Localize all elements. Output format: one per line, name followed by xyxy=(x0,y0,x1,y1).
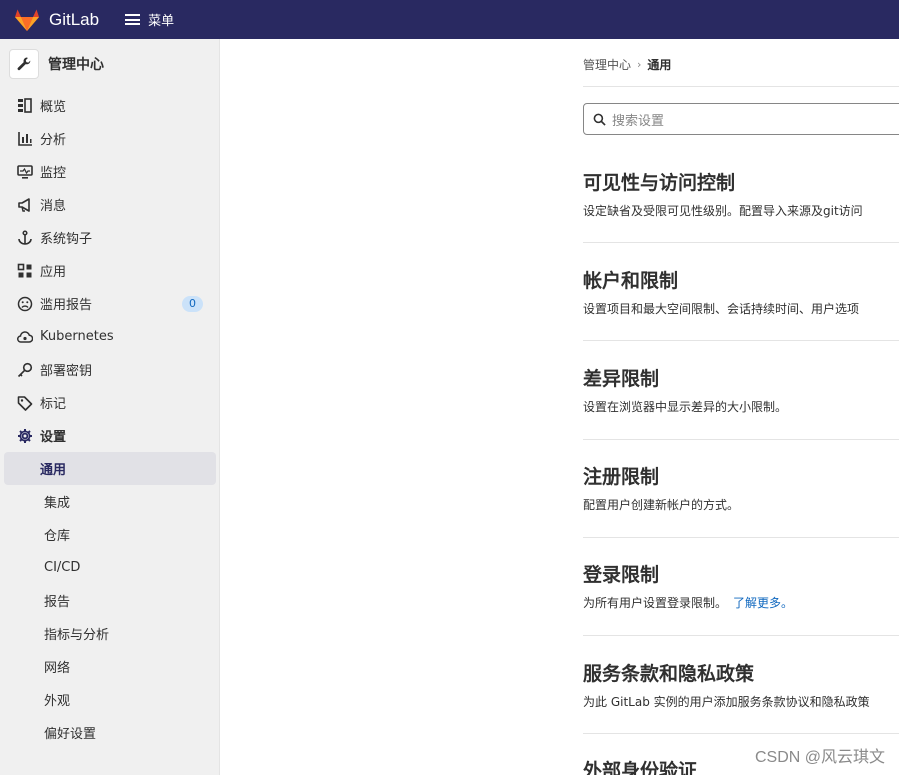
overview-icon xyxy=(16,97,34,115)
section-description: 设置在浏览器中显示差异的大小限制。 xyxy=(583,400,788,414)
chart-icon xyxy=(16,130,34,148)
learn-more-link[interactable]: 了解更多。 xyxy=(733,596,793,610)
sidebar: 管理中心 概览 分析 监控 消息 系统钩子 应用 滥用报告 0 Kubernet… xyxy=(0,39,220,775)
section-description: 设置项目和最大空间限制、会话持续时间、用户选项 xyxy=(583,302,860,316)
search-icon xyxy=(593,113,606,126)
settings-section-terms: 服务条款和隐私政策 为此 GitLab 实例的用户添加服务条款协议和隐私政策 xyxy=(583,661,899,710)
section-divider xyxy=(583,733,899,734)
sidebar-subitem-integrations[interactable]: 集成 xyxy=(4,485,215,518)
top-navbar: GitLab 菜单 xyxy=(0,0,899,39)
sidebar-item-abuse-reports[interactable]: 滥用报告 0 xyxy=(0,287,219,320)
watermark: CSDN @风云琪文 xyxy=(754,749,885,766)
sidebar-title: 管理中心 xyxy=(48,57,104,73)
sidebar-item-label: 消息 xyxy=(40,199,67,214)
sidebar-item-system-hooks[interactable]: 系统钩子 xyxy=(0,221,219,254)
section-description: 设定缺省及受限可见性级别。配置导入来源及git访问 xyxy=(583,204,863,218)
section-title: 注册限制 xyxy=(583,466,660,488)
sidebar-subitem-appearance[interactable]: 外观 xyxy=(4,683,215,716)
section-title: 差异限制 xyxy=(583,368,660,390)
section-title: 服务条款和隐私政策 xyxy=(583,663,755,685)
sidebar-item-label: 滥用报告 xyxy=(40,298,93,313)
section-title: 可见性与访问控制 xyxy=(583,172,736,194)
sidebar-item-label: Kubernetes xyxy=(40,329,114,344)
monitor-icon xyxy=(16,163,34,181)
sidebar-item-overview[interactable]: 概览 xyxy=(0,89,219,122)
count-badge: 0 xyxy=(182,296,203,312)
settings-section-diff-limits: 差异限制 设置在浏览器中显示差异的大小限制。 xyxy=(583,366,899,415)
megaphone-icon xyxy=(16,196,34,214)
settings-icon xyxy=(16,427,34,445)
menu-button[interactable]: 菜单 xyxy=(125,10,174,29)
gitlab-logo-icon xyxy=(15,9,39,31)
sidebar-subitem-cicd[interactable]: CI/CD xyxy=(4,551,215,584)
sidebar-item-settings[interactable]: 设置 xyxy=(0,419,219,452)
settings-section-sign-up: 注册限制 配置用户创建新帐户的方式。 xyxy=(583,464,899,513)
menu-label: 菜单 xyxy=(148,14,175,29)
apps-icon xyxy=(16,262,34,280)
breadcrumb-current[interactable]: 通用 xyxy=(647,56,671,73)
section-title: 帐户和限制 xyxy=(583,270,679,292)
search-settings-input[interactable]: 搜索设置 xyxy=(583,103,899,135)
section-title: 登录限制 xyxy=(583,564,660,586)
sidebar-item-monitoring[interactable]: 监控 xyxy=(0,155,219,188)
brand-name: GitLab xyxy=(49,9,100,29)
settings-section-sign-in: 登录限制 为所有用户设置登录限制。 了解更多。 xyxy=(583,562,899,611)
gitlab-logo[interactable]: GitLab xyxy=(14,8,99,32)
section-divider xyxy=(583,242,899,243)
sidebar-header[interactable]: 管理中心 xyxy=(0,39,219,89)
sidebar-item-applications[interactable]: 应用 xyxy=(0,254,219,287)
search-placeholder: 搜索设置 xyxy=(612,113,665,129)
section-description: 为所有用户设置登录限制。 了解更多。 xyxy=(583,594,899,611)
section-description: 配置用户创建新帐户的方式。 xyxy=(583,498,740,512)
sidebar-subitem-reporting[interactable]: 报告 xyxy=(4,584,215,617)
face-sad-icon xyxy=(16,295,34,313)
hamburger-icon xyxy=(125,14,141,25)
section-divider xyxy=(583,635,899,636)
sidebar-item-label: 部署密钥 xyxy=(40,364,93,379)
breadcrumb: 管理中心 › 通用 xyxy=(583,56,671,73)
sidebar-item-analytics[interactable]: 分析 xyxy=(0,122,219,155)
settings-section-account-limits: 帐户和限制 设置项目和最大空间限制、会话持续时间、用户选项 xyxy=(583,268,899,317)
sidebar-item-labels[interactable]: 标记 xyxy=(0,386,219,419)
key-icon xyxy=(16,361,34,379)
sidebar-item-label: 标记 xyxy=(40,397,67,412)
sidebar-subitem-repository[interactable]: 仓库 xyxy=(4,518,215,551)
sidebar-item-label: 监控 xyxy=(40,166,67,181)
sidebar-item-deploy-keys[interactable]: 部署密钥 xyxy=(0,353,219,386)
section-description-text: 为所有用户设置登录限制。 xyxy=(583,596,728,610)
sidebar-item-label: 概览 xyxy=(40,100,67,115)
section-description: 为此 GitLab 实例的用户添加服务条款协议和隐私政策 xyxy=(583,695,870,709)
breadcrumb-divider xyxy=(583,86,899,87)
chevron-right-icon: › xyxy=(637,58,642,71)
section-divider xyxy=(583,537,899,538)
sidebar-subitem-preferences[interactable]: 偏好设置 xyxy=(4,716,215,749)
sidebar-subitem-network[interactable]: 网络 xyxy=(4,650,215,683)
sidebar-item-messages[interactable]: 消息 xyxy=(0,188,219,221)
section-divider xyxy=(583,340,899,341)
breadcrumb-parent-link[interactable]: 管理中心 xyxy=(583,56,631,73)
sidebar-item-label: 分析 xyxy=(40,133,67,148)
anchor-icon xyxy=(16,229,34,247)
settings-section-visibility: 可见性与访问控制 设定缺省及受限可见性级别。配置导入来源及git访问 xyxy=(583,170,899,219)
sidebar-item-kubernetes[interactable]: Kubernetes xyxy=(0,320,219,353)
sidebar-item-label: 设置 xyxy=(40,430,67,445)
section-divider xyxy=(583,439,899,440)
sidebar-subitem-metrics[interactable]: 指标与分析 xyxy=(4,617,215,650)
sidebar-item-label: 系统钩子 xyxy=(40,232,93,247)
wrench-icon xyxy=(9,49,39,79)
sidebar-subitem-general[interactable]: 通用 xyxy=(4,452,216,485)
main-content: 管理中心 › 通用 搜索设置 可见性与访问控制 设定缺省及受限可见性级别。配置导… xyxy=(221,39,899,775)
cloud-gear-icon xyxy=(16,328,34,346)
sidebar-item-label: 应用 xyxy=(40,265,67,280)
label-icon xyxy=(16,394,34,412)
